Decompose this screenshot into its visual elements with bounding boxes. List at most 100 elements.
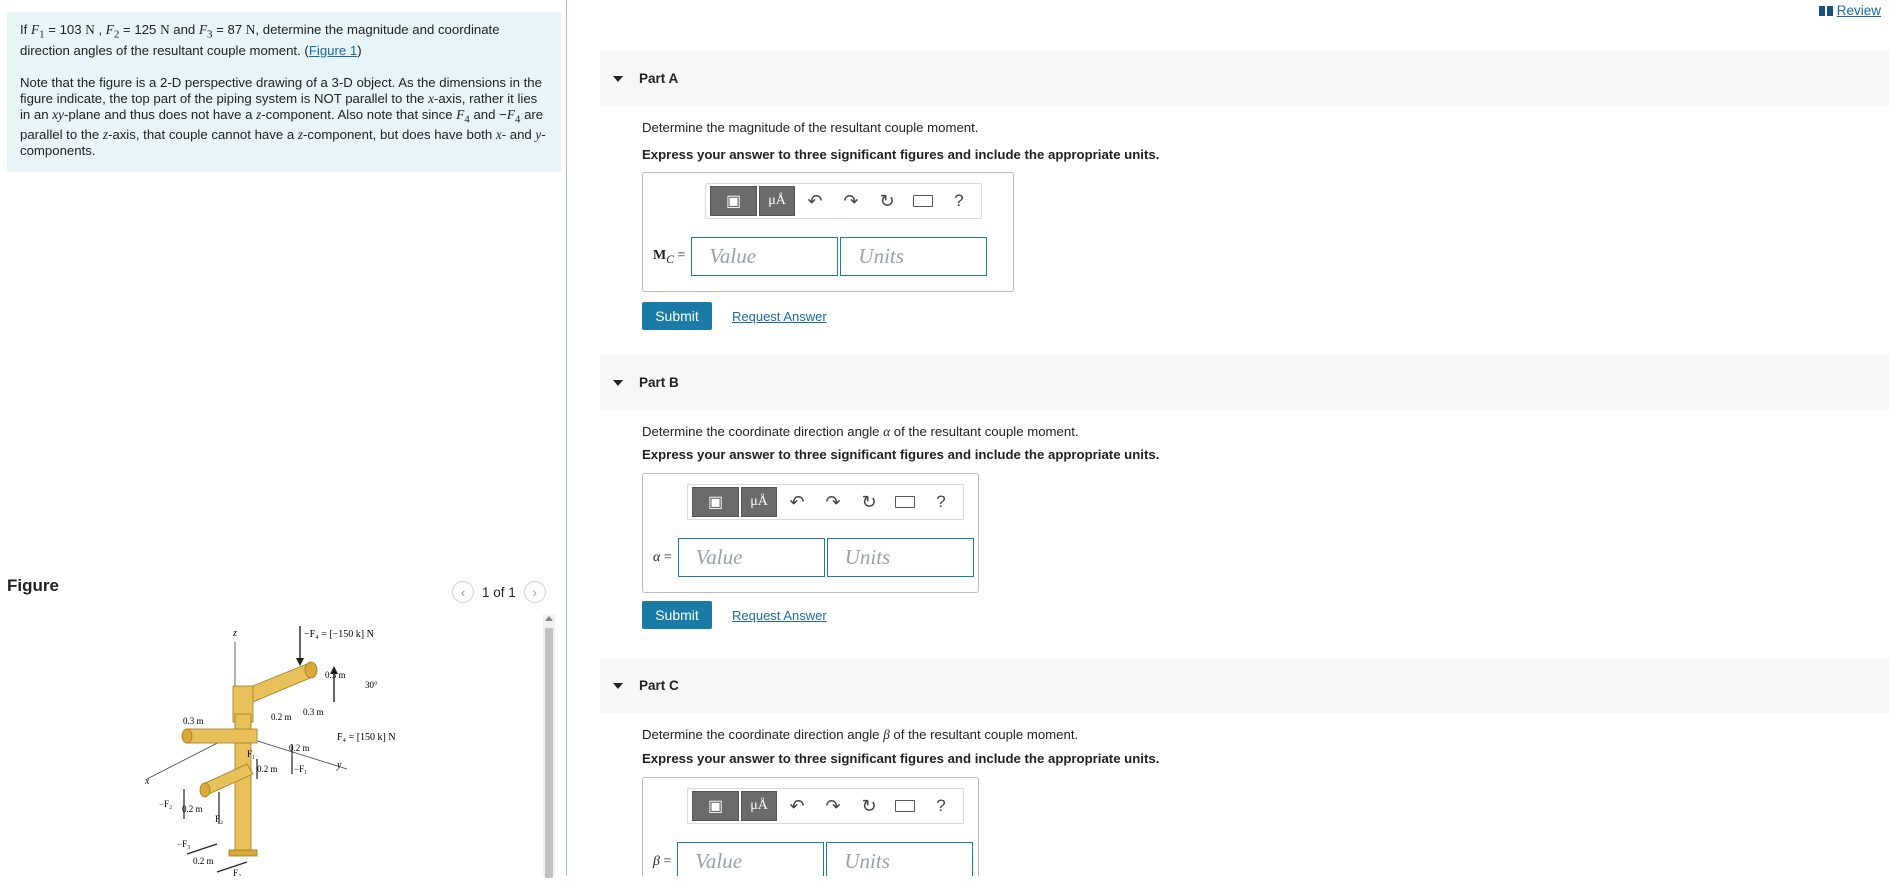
redo-icon[interactable]: ↷ xyxy=(815,791,851,821)
request-answer-link[interactable]: Request Answer xyxy=(732,608,827,623)
caret-down-icon xyxy=(613,682,623,689)
part-a-question: Determine the magnitude of the resultant… xyxy=(642,120,978,136)
part-a-answer-box: ▣ μÅ ↶ ↷ ↻ ? MC = Value Units xyxy=(642,172,1014,292)
units-input[interactable]: Units xyxy=(826,538,974,577)
problem-paragraph-1: If F1 = 103 N , F2 = 125 N and F3 = 87 N… xyxy=(20,22,547,59)
undo-icon[interactable]: ↶ xyxy=(779,791,815,821)
figure-pager: ‹ 1 of 1 › xyxy=(452,580,556,604)
figure-scrollbar[interactable] xyxy=(543,614,555,878)
part-a-toolbar: ▣ μÅ ↶ ↷ ↻ ? xyxy=(705,183,982,219)
pane-divider xyxy=(566,0,567,876)
pipe-left xyxy=(186,728,258,744)
undo-icon[interactable]: ↶ xyxy=(797,186,833,216)
reset-icon[interactable]: ↻ xyxy=(851,791,887,821)
submit-button[interactable]: Submit xyxy=(642,601,712,629)
label-f1: F₁ xyxy=(247,749,255,759)
review-label: Review xyxy=(1836,3,1881,18)
part-b-toolbar: ▣ μÅ ↶ ↷ ↻ ? xyxy=(687,484,964,520)
part-c-answer-box: ▣ μÅ ↶ ↷ ↻ ? β = Value Units xyxy=(642,777,979,876)
next-figure-button[interactable]: › xyxy=(523,581,546,603)
text: and xyxy=(169,22,199,37)
text: - and xyxy=(501,127,536,143)
var-sub: C xyxy=(666,252,674,266)
part-c-input-row: β = Value Units xyxy=(653,842,975,876)
help-icon[interactable]: ? xyxy=(941,186,977,216)
keyboard-icon[interactable] xyxy=(905,186,941,216)
part-a-var-label: MC = xyxy=(653,248,685,266)
units-button[interactable]: μÅ xyxy=(741,791,777,821)
request-answer-link[interactable]: Request Answer xyxy=(732,309,827,324)
part-c: Part C Determine the coordinate directio… xyxy=(600,658,1889,876)
math-var: xy xyxy=(52,106,64,122)
units-input[interactable]: Units xyxy=(826,842,974,876)
part-c-instruction: Express your answer to three significant… xyxy=(642,751,1160,766)
reset-icon[interactable]: ↻ xyxy=(851,487,887,517)
pipe-left-cap xyxy=(181,728,193,744)
units-input[interactable]: Units xyxy=(840,237,988,276)
part-c-question: Determine the coordinate direction angle… xyxy=(642,727,1078,743)
text: = 103 xyxy=(44,22,86,37)
label-f2: F₂ xyxy=(215,814,223,824)
keyboard-icon[interactable] xyxy=(887,487,923,517)
part-a-header[interactable]: Part A xyxy=(600,51,1889,106)
part-a: Part A Determine the magnitude of the re… xyxy=(600,51,1889,351)
figure-title: Figure xyxy=(7,576,59,595)
matrix-template-icon[interactable]: ▣ xyxy=(710,186,757,216)
label-neg-f3: −F₃ xyxy=(177,839,190,849)
keyboard-icon[interactable] xyxy=(887,791,923,821)
part-c-header[interactable]: Part C xyxy=(600,658,1889,713)
figure-link[interactable]: Figure 1 xyxy=(309,43,357,58)
label-z: z xyxy=(232,628,237,639)
var-eq: = xyxy=(659,853,672,869)
prev-figure-button[interactable]: ‹ xyxy=(452,581,474,603)
part-a-input-row: MC = Value Units xyxy=(653,237,989,276)
math-unit: N xyxy=(245,22,256,37)
part-b-label: Part B xyxy=(639,375,679,390)
redo-icon[interactable]: ↷ xyxy=(815,487,851,517)
chevron-left-icon: ‹ xyxy=(460,584,466,600)
math-var: F xyxy=(31,22,40,37)
text: of the resultant couple moment. xyxy=(890,424,1079,439)
math-unit: N xyxy=(85,22,95,37)
figure-image: z x y −F₄ = [−150 k] N 0.3 m 30° 0.3 m 0… xyxy=(7,614,545,878)
redo-icon[interactable]: ↷ xyxy=(833,186,869,216)
units-button[interactable]: μÅ xyxy=(759,186,795,216)
scroll-up-icon[interactable] xyxy=(545,616,553,621)
label-f4-right: F₄ = [150 k] N xyxy=(337,732,396,743)
help-icon[interactable]: ? xyxy=(923,791,959,821)
math-var: F xyxy=(506,106,515,122)
math-var: F xyxy=(105,22,114,37)
label-d-02-mid: 0.2 m xyxy=(257,764,278,774)
part-c-label: Part C xyxy=(639,678,679,693)
value-input[interactable]: Value xyxy=(677,842,825,876)
text: and − xyxy=(469,106,507,122)
help-icon[interactable]: ? xyxy=(923,487,959,517)
label-angle-30: 30° xyxy=(365,680,378,690)
units-button[interactable]: μÅ xyxy=(741,487,777,517)
review-link[interactable]: Review xyxy=(1818,3,1881,18)
part-b-header[interactable]: Part B xyxy=(600,355,1889,410)
text: -axis, that couple cannot have a xyxy=(107,127,298,143)
matrix-template-icon[interactable]: ▣ xyxy=(692,791,739,821)
undo-icon[interactable]: ↶ xyxy=(779,487,815,517)
text: = 87 xyxy=(212,22,246,37)
neg-f4-arrowhead xyxy=(296,658,304,666)
caret-down-icon xyxy=(613,75,623,82)
reset-icon[interactable]: ↻ xyxy=(869,186,905,216)
chevron-right-icon: › xyxy=(532,584,537,600)
text: -component. Also note that since xyxy=(261,106,457,122)
pipe-cap xyxy=(304,661,318,679)
text: , xyxy=(94,22,106,37)
pipe-lower-cap xyxy=(199,782,211,798)
value-input[interactable]: Value xyxy=(677,538,825,577)
part-b: Part B Determine the coordinate directio… xyxy=(600,355,1889,655)
scroll-thumb[interactable] xyxy=(545,628,553,878)
value-input[interactable]: Value xyxy=(691,237,839,276)
part-b-question: Determine the coordinate direction angle… xyxy=(642,424,1079,440)
var-main: β xyxy=(653,853,660,869)
pipe-flange xyxy=(228,849,258,857)
label-d-03-top: 0.3 m xyxy=(325,670,346,680)
label-d-02-bottom: 0.2 m xyxy=(193,856,214,866)
matrix-template-icon[interactable]: ▣ xyxy=(692,487,739,517)
submit-button[interactable]: Submit xyxy=(642,302,712,330)
